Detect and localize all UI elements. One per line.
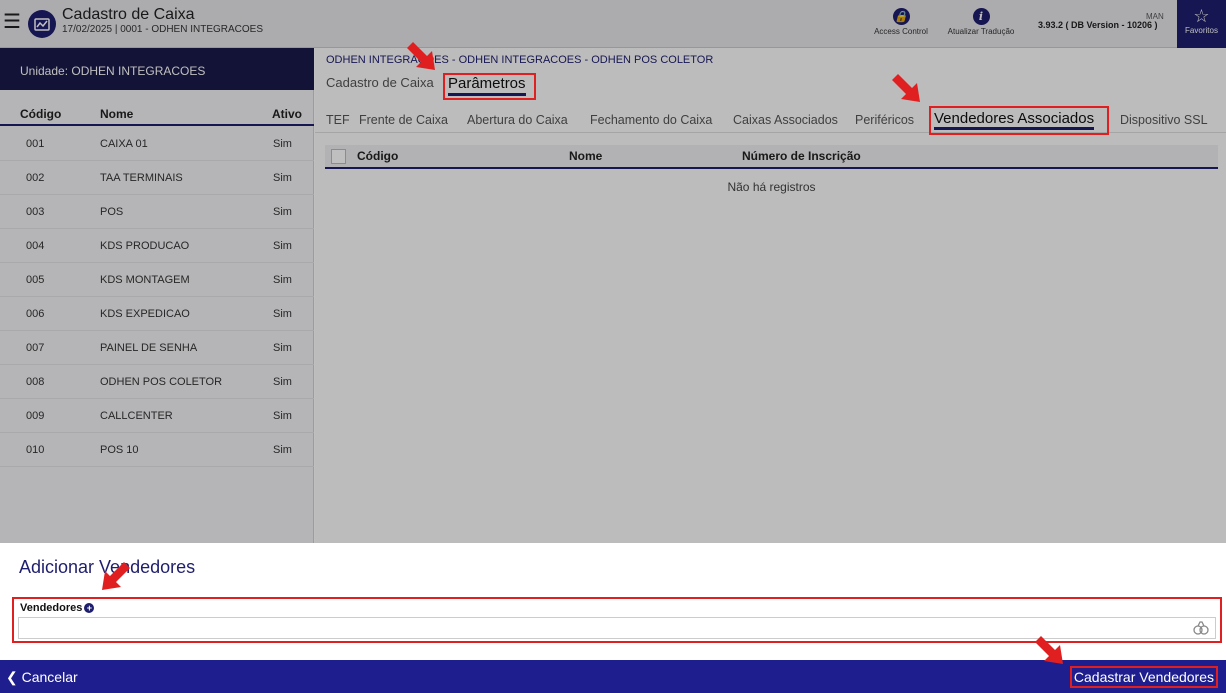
column-nome[interactable]: Nome — [100, 107, 133, 121]
subtab-abertura-do-caixa[interactable]: Abertura do Caixa — [467, 113, 568, 127]
row-nome: POS 10 — [100, 444, 139, 456]
tab-parametros[interactable]: Parâmetros — [448, 75, 526, 96]
cancel-label: Cancelar — [21, 669, 78, 685]
main-content: ODHEN INTEGRACOES - ODHEN INTEGRACOES - … — [315, 48, 1226, 543]
row-nome: KDS EXPEDICAO — [100, 308, 190, 320]
row-codigo: 005 — [26, 274, 45, 286]
info-icon: i — [972, 8, 990, 25]
row-ativo: Sim — [273, 138, 292, 150]
row-ativo: Sim — [273, 274, 292, 286]
list-item[interactable]: 010 POS 10 Sim — [0, 433, 314, 467]
row-ativo: Sim — [273, 172, 292, 184]
list-header: Código Nome Ativo — [0, 104, 314, 126]
lock-icon: 🔒 — [892, 8, 910, 25]
subtab-dispositivo-ssl[interactable]: Dispositivo SSL — [1120, 113, 1208, 127]
app-subtitle: 17/02/2025 | 0001 - ODHEN INTEGRACOES — [62, 24, 264, 35]
subtab-tef[interactable]: TEF — [326, 113, 350, 127]
grid-column-nome[interactable]: Nome — [569, 149, 602, 163]
binoculars-search-icon[interactable] — [1192, 619, 1210, 637]
row-nome: ODHEN POS COLETOR — [100, 376, 223, 388]
row-nome: PAINEL DE SENHA — [100, 342, 198, 354]
row-codigo: 008 — [26, 376, 45, 388]
add-sellers-sheet: Adicionar Vendedores Vendedores + ❮ Cance… — [0, 543, 1226, 693]
star-icon: ☆ — [1193, 6, 1210, 26]
row-codigo: 004 — [26, 240, 45, 252]
annotation-arrow-icon — [1035, 636, 1063, 664]
row-nome: CAIXA 01 — [100, 138, 148, 150]
row-nome: CALLCENTER — [100, 410, 173, 422]
annotation-arrow-icon — [892, 74, 920, 102]
column-codigo[interactable]: Código — [20, 107, 61, 121]
row-ativo: Sim — [273, 410, 292, 422]
annotation-arrow-icon — [407, 42, 435, 70]
app-logo — [28, 10, 56, 38]
register-sellers-button[interactable]: Cadastrar Vendedores — [1069, 666, 1218, 688]
cash-register-list-panel: Unidade: ODHEN INTEGRACOES Código Nome A… — [0, 48, 314, 543]
column-ativo[interactable]: Ativo — [272, 107, 302, 121]
vendedores-label-text: Vendedores — [20, 602, 83, 614]
list-item[interactable]: 008 ODHEN POS COLETOR Sim — [0, 365, 314, 399]
row-nome: POS — [100, 206, 124, 218]
update-translation-label: Atualizar Tradução — [947, 27, 1015, 36]
access-control-label: Access Control — [874, 27, 928, 36]
grid-column-numero-inscricao[interactable]: Número de Inscrição — [742, 149, 861, 163]
subtab-fechamento-do-caixa[interactable]: Fechamento do Caixa — [590, 113, 712, 127]
subtab-caixas-associados[interactable]: Caixas Associados — [733, 113, 838, 127]
update-translation-button[interactable]: i Atualizar Tradução — [938, 4, 1024, 36]
list-item[interactable]: 005 KDS MONTAGEM Sim — [0, 263, 314, 297]
row-codigo: 002 — [26, 172, 45, 184]
list-item[interactable]: 006 KDS EXPEDICAO Sim — [0, 297, 314, 331]
breadcrumb: ODHEN INTEGRACOES - ODHEN INTEGRACOES - … — [326, 54, 714, 66]
row-codigo: 001 — [26, 138, 45, 150]
row-ativo: Sim — [273, 444, 292, 456]
list-item[interactable]: 002 TAA TERMINAIS Sim — [0, 161, 314, 195]
row-ativo: Sim — [273, 342, 292, 354]
chevron-left-icon: ❮ — [6, 669, 22, 685]
list-item[interactable]: 007 PAINEL DE SENHA Sim — [0, 331, 314, 365]
list-item[interactable]: 001 CAIXA 01 Sim — [0, 127, 314, 161]
row-codigo: 006 — [26, 308, 45, 320]
row-codigo: 010 — [26, 444, 45, 456]
list-item[interactable]: 009 CALLCENTER Sim — [0, 399, 314, 433]
app-title: Cadastro de Caixa — [62, 6, 195, 23]
row-ativo: Sim — [273, 240, 292, 252]
list-item[interactable]: 003 POS Sim — [0, 195, 314, 229]
grid-header: Código Nome Número de Inscrição — [325, 145, 1218, 169]
row-nome: KDS PRODUCAO — [100, 240, 190, 252]
app-window: ☰ Cadastro de Caixa 17/02/2025 | 0001 - … — [0, 0, 1226, 693]
row-nome: KDS MONTAGEM — [100, 274, 190, 286]
row-codigo: 003 — [26, 206, 45, 218]
row-ativo: Sim — [273, 376, 292, 388]
subtab-frente-de-caixa[interactable]: Frente de Caixa — [359, 113, 448, 127]
annotation-arrow-icon — [102, 562, 130, 590]
cancel-button[interactable]: ❮ Cancelar — [6, 669, 78, 686]
top-header: ☰ Cadastro de Caixa 17/02/2025 | 0001 - … — [0, 0, 1226, 48]
row-nome: TAA TERMINAIS — [100, 172, 183, 184]
subtab-perifericos[interactable]: Periféricos — [855, 113, 914, 127]
tab-cadastro-de-caixa[interactable]: Cadastro de Caixa — [326, 75, 434, 90]
add-circle-icon[interactable]: + — [84, 603, 95, 613]
version-label: 3.93.2 ( DB Version - 10206 ) — [1038, 20, 1158, 30]
list-item[interactable]: 004 KDS PRODUCAO Sim — [0, 229, 314, 263]
favorites-button[interactable]: ☆ Favoritos — [1177, 0, 1226, 48]
subtab-bar: TEF Frente de Caixa Abertura do Caixa Fe… — [315, 109, 1226, 133]
hamburger-menu-icon[interactable]: ☰ — [3, 12, 21, 32]
user-label: MAN — [1146, 12, 1164, 21]
row-codigo: 009 — [26, 410, 45, 422]
grid-column-codigo[interactable]: Código — [357, 149, 398, 163]
subtab-vendedores-associados[interactable]: Vendedores Associados — [934, 110, 1095, 130]
row-ativo: Sim — [273, 308, 292, 320]
unit-label: Unidade: ODHEN INTEGRACOES — [0, 48, 314, 90]
row-ativo: Sim — [273, 206, 292, 218]
select-all-checkbox[interactable] — [331, 149, 346, 164]
vendedores-label: Vendedores + — [20, 602, 95, 614]
empty-state-text: Não há registros — [727, 180, 816, 194]
access-control-button[interactable]: 🔒 Access Control — [868, 4, 934, 36]
favorites-label: Favoritos — [1185, 26, 1218, 35]
row-codigo: 007 — [26, 342, 45, 354]
